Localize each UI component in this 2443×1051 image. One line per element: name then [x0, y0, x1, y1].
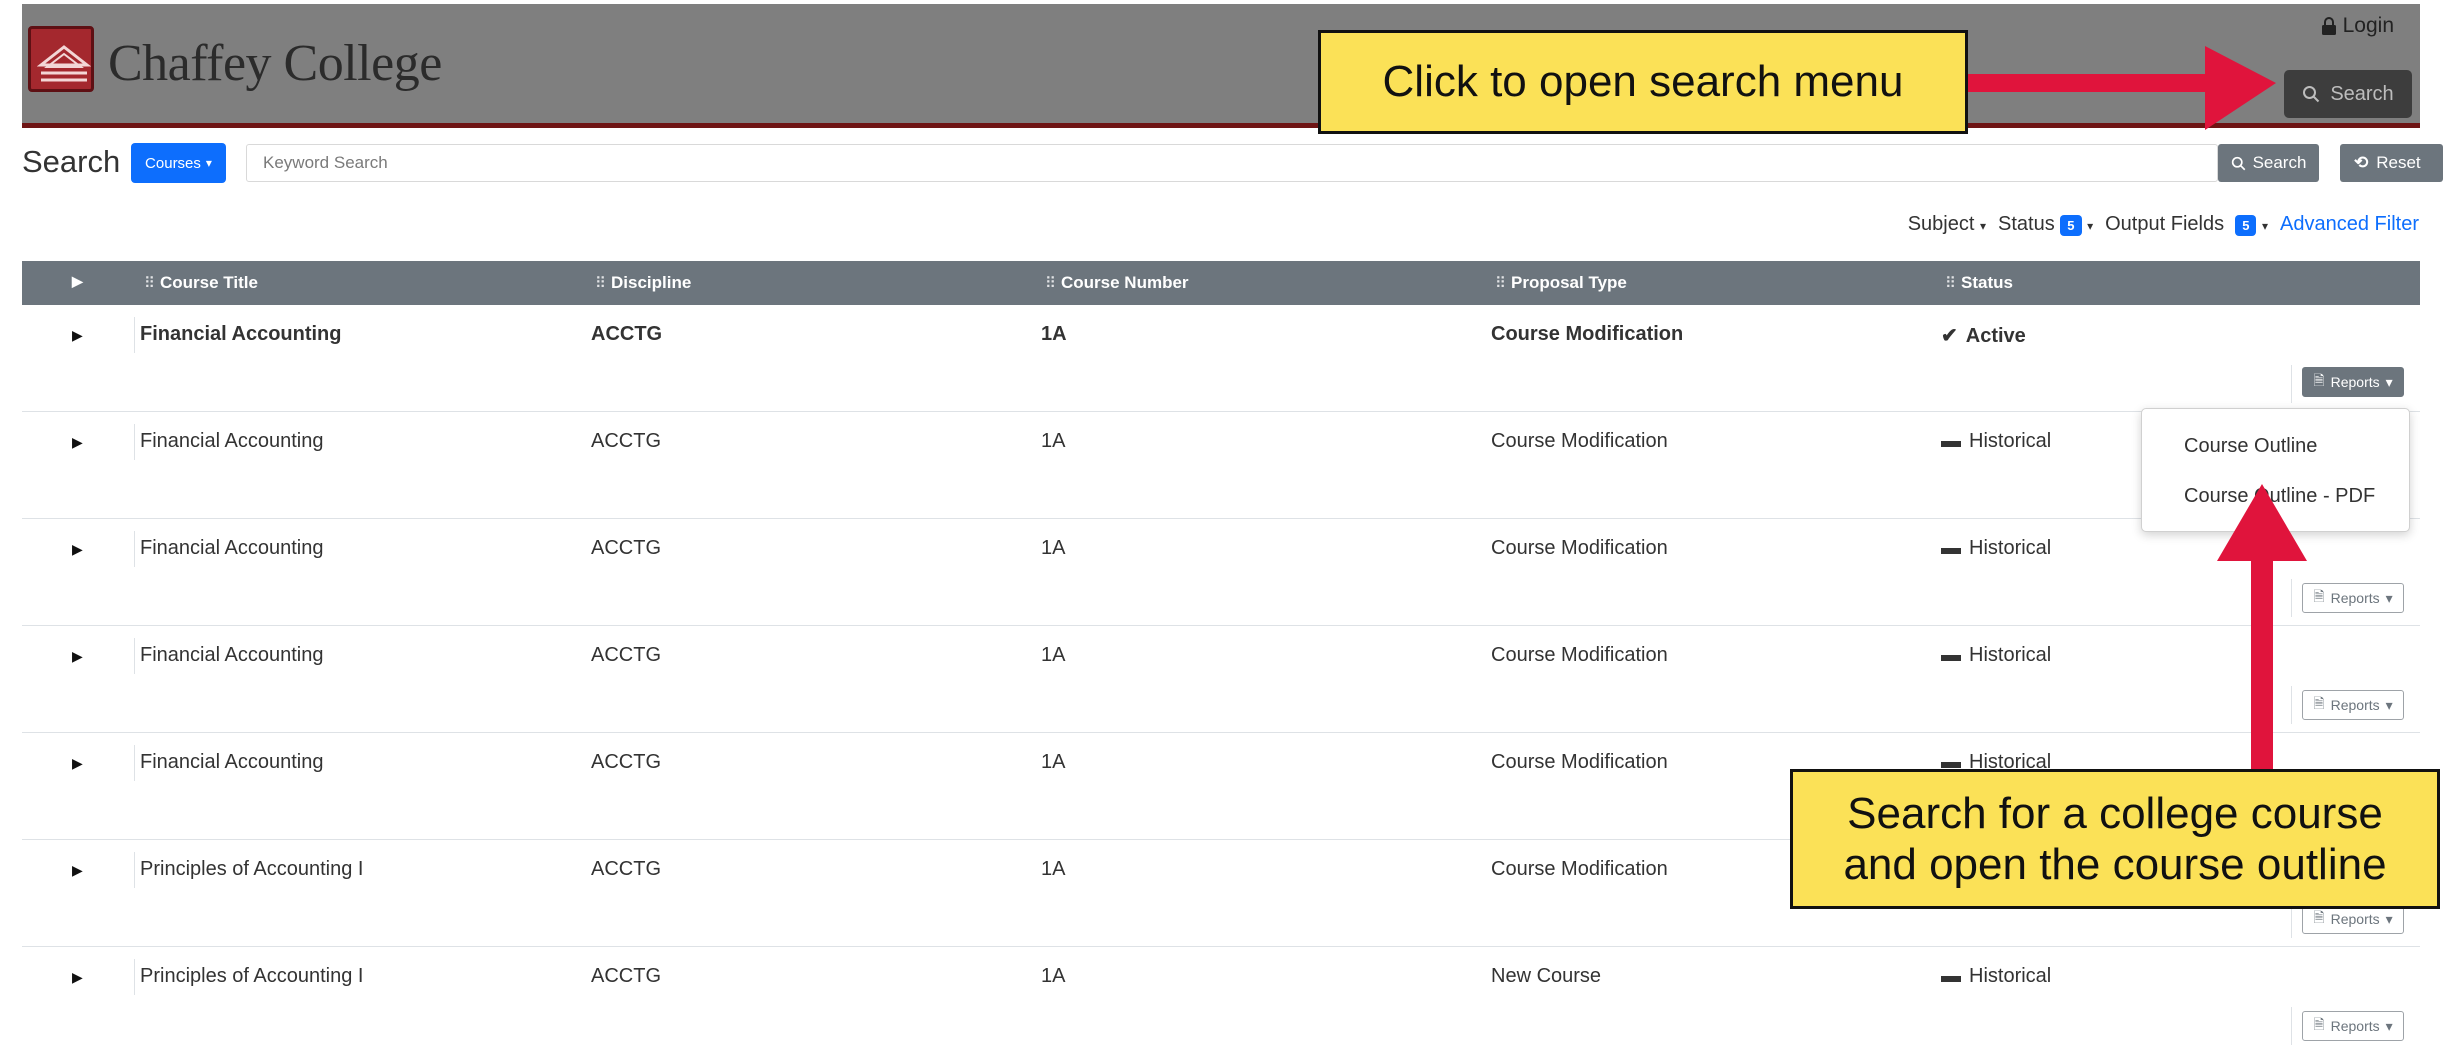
right-arrow-head	[2205, 46, 2276, 130]
up-arrow-shaft	[2251, 549, 2273, 771]
screenshot-root: Chaffey College Login Search Search Cour…	[0, 0, 2443, 1051]
callout-open-search: Click to open search menu	[1318, 30, 1968, 134]
callout-line-1: Search for a college course	[1847, 788, 2383, 838]
right-arrow-shaft	[1964, 74, 2216, 92]
callout-open-outline: Search for a college course and open the…	[1790, 769, 2440, 909]
up-arrow-head	[2217, 484, 2307, 561]
callout-line-2: and open the course outline	[1843, 840, 2387, 889]
